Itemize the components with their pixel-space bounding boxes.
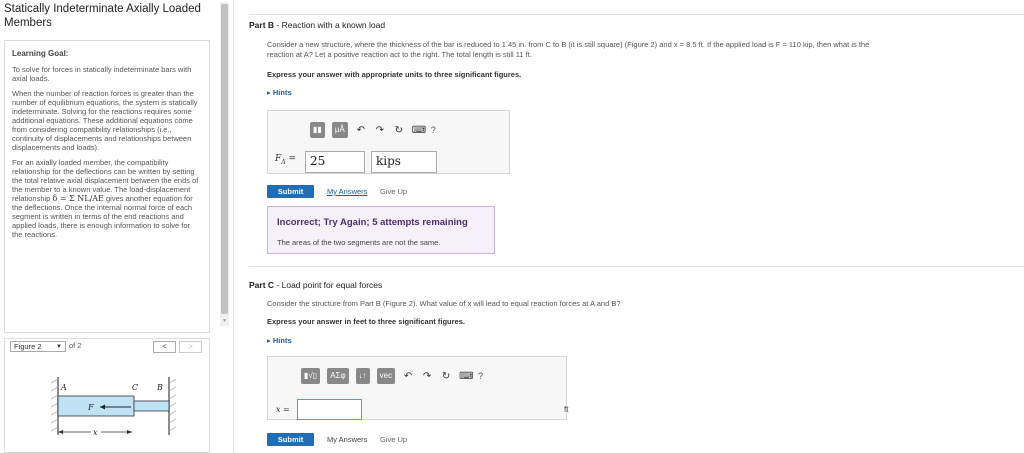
part-c-answer-box: ▮√▯ ΑΣφ ↓↑ vec ↶ ↷ ↻ ⌨ ? x = ft [267,356,569,420]
part-b-toolbar: ▮▮ μÅ ↶ ↷ ↻ ⌨ ? [310,122,436,138]
part-b-give-up-link[interactable]: Give Up [380,187,407,196]
part-c-my-answers-link[interactable]: My Answers [327,435,367,444]
part-b-submit-button[interactable]: Submit [267,185,314,198]
figure-select[interactable]: Figure 2 ▼ [10,341,66,352]
redo-icon[interactable]: ↷ [374,125,386,136]
keyboard-icon[interactable]: ⌨ [412,125,426,136]
part-c-give-up-link[interactable]: Give Up [380,435,407,444]
part-b-answer-label: FA = [275,154,297,166]
left-panel: Statically Indeterminate Axially Loaded … [0,0,218,453]
bar-segment-cb [133,400,170,412]
part-b-value-input[interactable]: 25 [305,151,365,173]
label-x: x [93,428,98,437]
part-c-instruction: Express your answer in feet to three sig… [267,317,465,326]
units-button[interactable]: μÅ [331,122,348,138]
part-c-unit: ft [564,405,569,414]
reset-icon[interactable]: ↻ [440,371,452,382]
sort-button[interactable]: ↓↑ [355,368,370,384]
part-b-answer-box: ▮▮ μÅ ↶ ↷ ↻ ⌨ ? FA = 25 kips [267,110,510,174]
goal-paragraph-2: When the number of reaction forces is gr… [12,89,198,152]
deflection-formula: δ = Σ NL/AE [52,194,104,203]
part-b-unit-input[interactable]: kips [371,151,437,173]
left-scrollbar[interactable]: ▼ [220,2,229,326]
learning-goal-box: Learning Goal: To solve for forces in st… [4,40,210,333]
part-b-my-answers-link[interactable]: My Answers [327,187,367,196]
label-c: C [132,383,138,392]
scroll-down-icon[interactable]: ▼ [222,318,227,324]
learning-goal-heading: Learning Goal: [12,49,69,58]
figure-next-button[interactable]: > [179,341,202,353]
label-a: A [60,383,67,392]
figure-prev-button[interactable]: < [153,341,176,353]
redo-icon[interactable]: ↷ [421,371,433,382]
keyboard-icon[interactable]: ⌨ [459,371,473,382]
greek-button[interactable]: ΑΣφ [327,368,349,384]
figure-count: of 2 [69,341,82,350]
part-c-answer-label: x = [276,405,290,414]
templates-button[interactable]: ▮√▯ [301,368,321,384]
part-b-heading: Part B - Reaction with a known load [249,20,386,30]
part-b-body: Consider a new structure, where the thic… [267,40,870,59]
label-b: B [156,383,163,392]
templates-button[interactable]: ▮▮ [310,122,325,138]
part-b-hints-link[interactable]: ▸ Hints [267,88,292,97]
undo-icon[interactable]: ↶ [355,125,367,136]
feedback-incorrect: Incorrect; Try Again; 5 attempts remaini… [267,206,495,254]
reset-icon[interactable]: ↻ [393,125,405,136]
problem-title: Statically Indeterminate Axially Loaded … [4,3,201,29]
goal-paragraph-1: To solve for forces in statically indete… [12,65,192,83]
vector-button[interactable]: vec [376,368,396,384]
part-c-heading: Part C - Load point for equal forces [249,280,383,290]
part-c-body: Consider the structure from Part B (Figu… [267,299,621,308]
part-c-toolbar: ▮√▯ ΑΣφ ↓↑ vec ↶ ↷ ↻ ⌨ ? [301,368,483,384]
bar-segment-ac [57,395,135,417]
goal-paragraph-3: For an axially loaded member, the compat… [12,158,199,239]
part-b-instruction: Express your answer with appropriate uni… [267,70,522,79]
figure-panel: Figure 2 ▼ of 2 < > A C B F x [4,338,210,453]
help-icon[interactable]: ? [478,371,483,381]
part-c-hints-link[interactable]: ▸ Hints [267,336,292,345]
part-c-submit-button[interactable]: Submit [267,433,314,446]
undo-icon[interactable]: ↶ [402,371,414,382]
label-f: F [87,403,94,412]
chevron-down-icon: ▼ [56,344,62,350]
part-c-value-input[interactable] [297,399,362,420]
help-icon[interactable]: ? [431,125,436,135]
